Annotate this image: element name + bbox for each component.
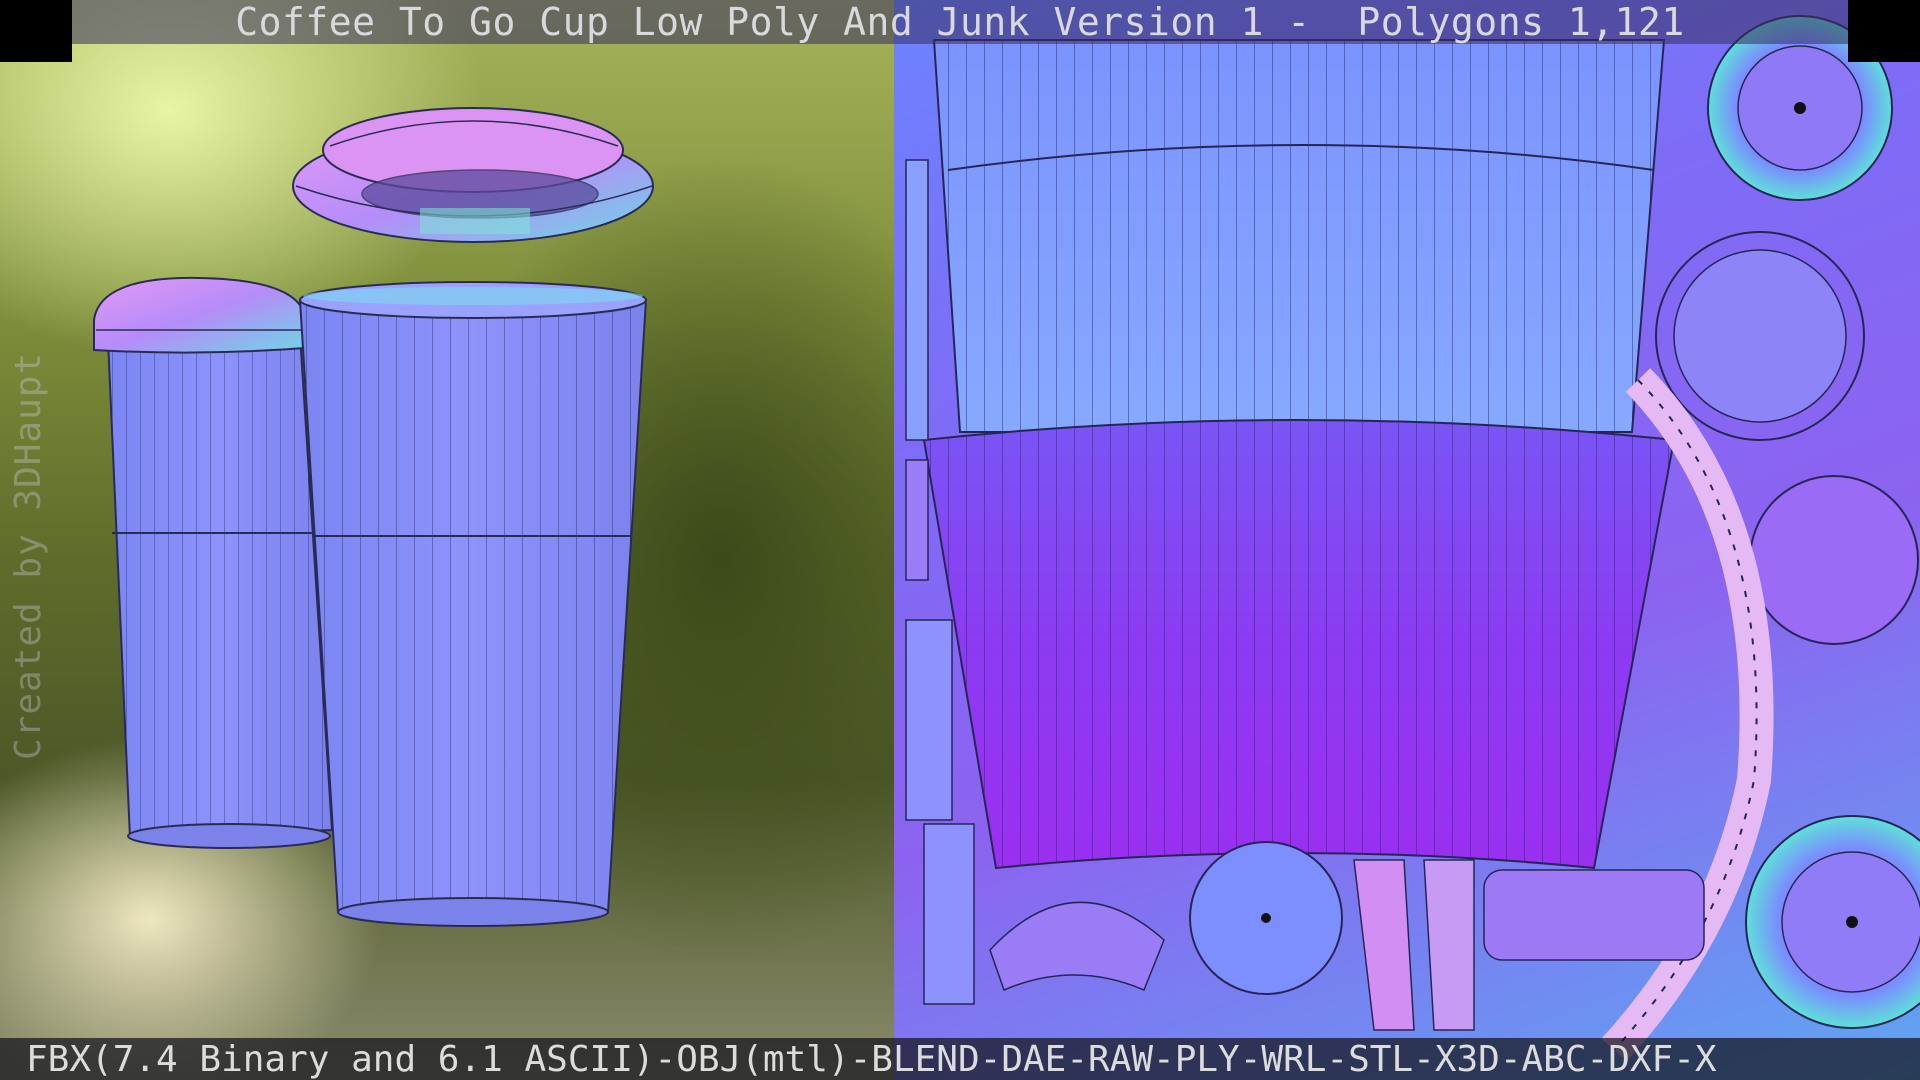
creator-watermark: Created by 3DHaupt bbox=[8, 351, 49, 760]
title-bar: Coffee To Go Cup Low Poly And Junk Versi… bbox=[72, 0, 1848, 44]
model-title: Coffee To Go Cup Low Poly And Junk Versi… bbox=[235, 0, 1685, 44]
front-cup bbox=[298, 281, 648, 927]
back-cup bbox=[93, 276, 334, 849]
floating-lid bbox=[292, 107, 654, 243]
uv-cup-main-band bbox=[922, 419, 1676, 870]
uv-layout bbox=[905, 15, 1920, 1062]
corner-mask-left bbox=[0, 0, 72, 62]
uv-cup-top-band bbox=[932, 39, 1666, 433]
uv-normal-map-panel bbox=[894, 0, 1920, 1080]
cup-render bbox=[93, 107, 654, 927]
render-viewport: Created by 3DHaupt bbox=[0, 0, 894, 1080]
corner-mask-right bbox=[1848, 0, 1920, 62]
file-formats-text: FBX(7.4 Binary and 6.1 ASCII)-OBJ(mtl)-B… bbox=[26, 1038, 1717, 1080]
format-bar: FBX(7.4 Binary and 6.1 ASCII)-OBJ(mtl)-B… bbox=[0, 1038, 1920, 1080]
uv-bottom-pieces bbox=[989, 841, 1705, 1031]
